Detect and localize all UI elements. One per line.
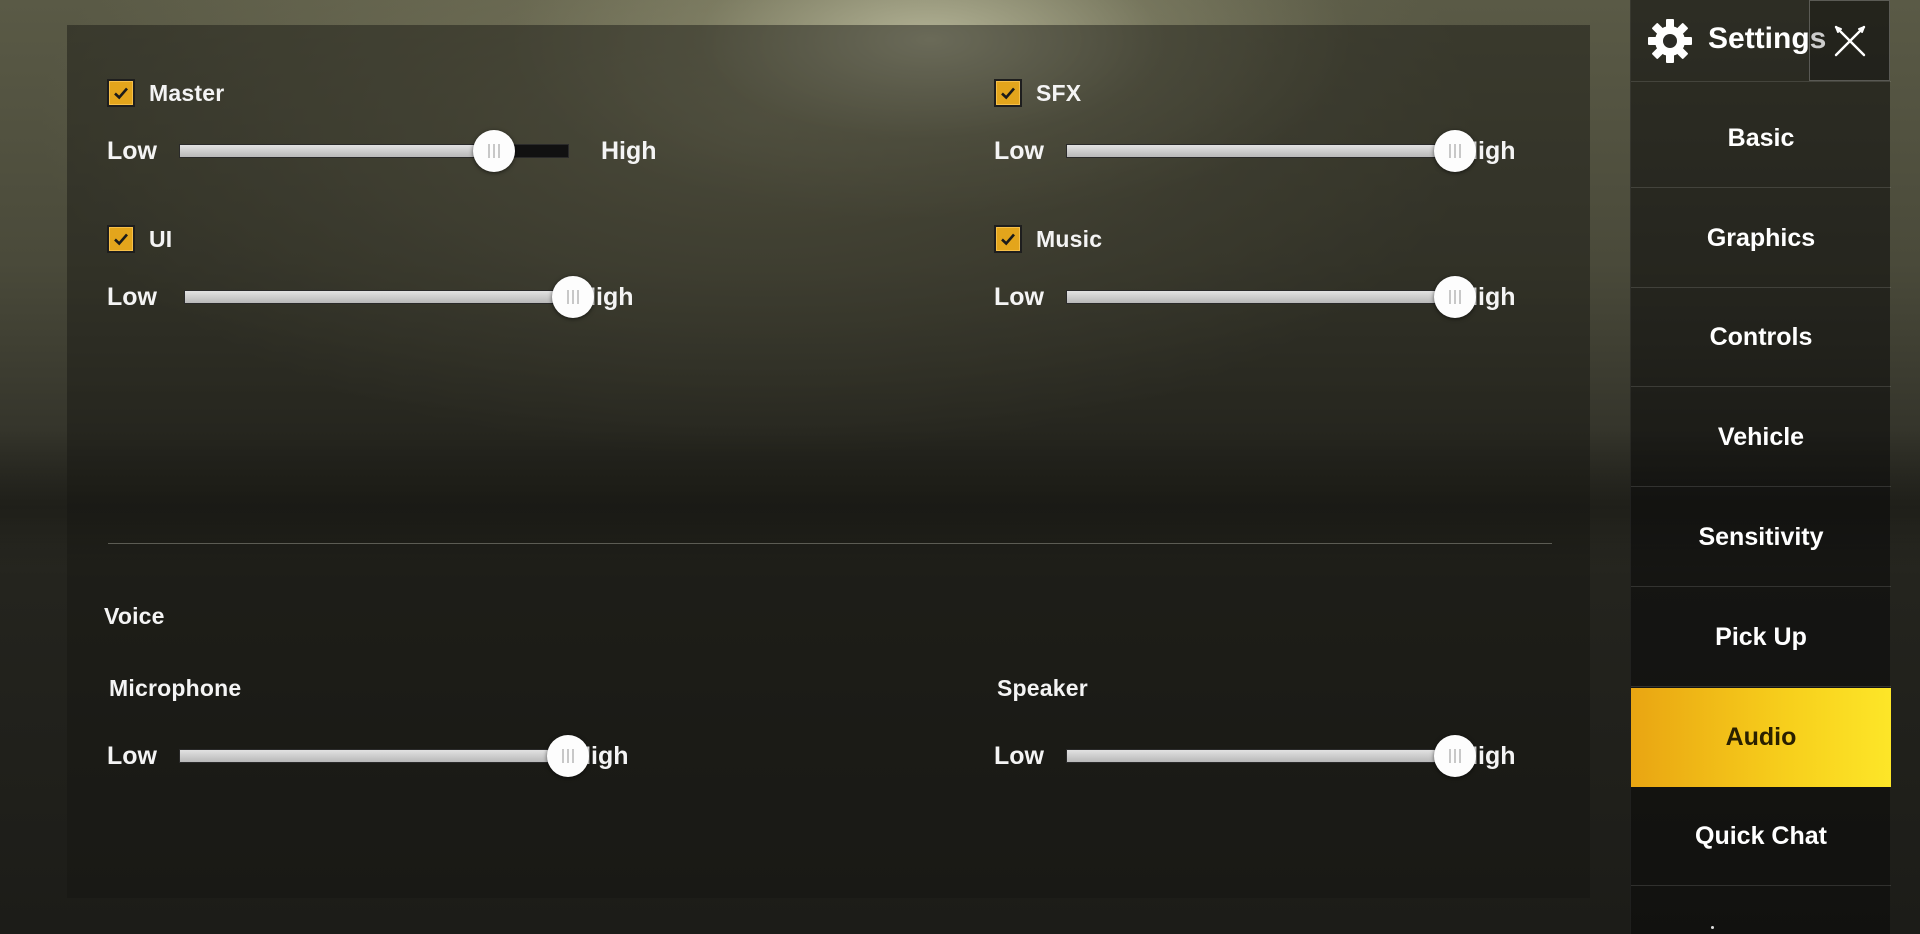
music-low-label: Low — [994, 282, 1044, 311]
speaker-label: Speaker — [997, 675, 1088, 701]
sfx-low-label: Low — [994, 136, 1044, 165]
music-slider-handle[interactable] — [1434, 276, 1476, 318]
ui-slider-handle[interactable] — [552, 276, 594, 318]
scroll-indicator — [1711, 926, 1714, 929]
close-button[interactable] — [1809, 0, 1890, 81]
microphone-slider[interactable] — [179, 735, 589, 777]
speaker-slider[interactable] — [1066, 735, 1476, 777]
music-toggle-row[interactable]: Music — [994, 223, 1102, 255]
sfx-label: SFX — [1036, 79, 1082, 106]
microphone-slider-handle[interactable] — [547, 735, 589, 777]
gear-icon — [1648, 19, 1692, 63]
nav-sensitivity[interactable]: Sensitivity — [1631, 488, 1891, 587]
ui-low-label: Low — [107, 282, 157, 311]
music-slider[interactable] — [1066, 276, 1476, 318]
nav-basic[interactable]: Basic — [1631, 89, 1891, 188]
ui-toggle-row[interactable]: UI — [107, 223, 172, 255]
music-slider-row: Low High — [994, 273, 1516, 321]
checkmark-icon — [114, 87, 128, 100]
master-slider-handle[interactable] — [473, 130, 516, 172]
master-label: Master — [149, 79, 225, 106]
section-divider — [108, 543, 1552, 544]
master-low-label: Low — [107, 136, 157, 165]
sfx-slider-handle[interactable] — [1434, 130, 1476, 172]
microphone-slider-fill — [180, 750, 568, 762]
microphone-label: Microphone — [109, 675, 242, 701]
speaker-slider-handle[interactable] — [1434, 735, 1476, 777]
sfx-slider-fill — [1067, 145, 1455, 157]
checkmark-icon — [1001, 87, 1015, 100]
master-slider-fill — [180, 145, 495, 157]
speaker-slider-row: Low High — [994, 732, 1516, 780]
sfx-checkbox[interactable] — [994, 79, 1022, 107]
nav-pick-up[interactable]: Pick Up — [1631, 588, 1891, 687]
checkmark-icon — [1001, 233, 1015, 246]
ui-slider-row: Low High — [107, 273, 634, 321]
settings-sidebar: Settings Basic Graphics Controls Vehicle… — [1630, 0, 1891, 934]
nav-vehicle[interactable]: Vehicle — [1631, 388, 1891, 487]
close-icon — [1834, 25, 1865, 56]
nav-controls[interactable]: Controls — [1631, 288, 1891, 387]
ui-slider-fill — [185, 291, 573, 303]
settings-header: Settings — [1631, 0, 1891, 82]
nav-audio[interactable]: Audio — [1631, 688, 1891, 787]
checkmark-icon — [114, 233, 128, 246]
master-toggle-row[interactable]: Master — [107, 77, 224, 109]
microphone-low-label: Low — [107, 741, 157, 770]
ui-checkbox[interactable] — [107, 225, 135, 253]
speaker-low-label: Low — [994, 741, 1044, 770]
voice-section-label: Voice — [104, 603, 165, 629]
microphone-slider-row: Low High — [107, 732, 629, 780]
nav-quick-chat[interactable]: Quick Chat — [1631, 787, 1891, 886]
music-slider-fill — [1067, 291, 1455, 303]
nav-graphics[interactable]: Graphics — [1631, 189, 1891, 288]
sfx-slider-row: Low High — [994, 127, 1516, 175]
sfx-slider[interactable] — [1066, 130, 1476, 172]
ui-label: UI — [149, 225, 173, 252]
ui-slider[interactable] — [184, 276, 594, 318]
speaker-slider-fill — [1067, 750, 1455, 762]
master-slider-row: Low High — [107, 127, 657, 175]
master-high-label: High — [601, 136, 657, 165]
music-checkbox[interactable] — [994, 225, 1022, 253]
master-slider[interactable] — [179, 130, 569, 172]
audio-settings-panel: Master Low High SFX Low High UI Low High… — [67, 25, 1590, 898]
music-label: Music — [1036, 225, 1103, 252]
sfx-toggle-row[interactable]: SFX — [994, 77, 1081, 109]
master-checkbox[interactable] — [107, 79, 135, 107]
